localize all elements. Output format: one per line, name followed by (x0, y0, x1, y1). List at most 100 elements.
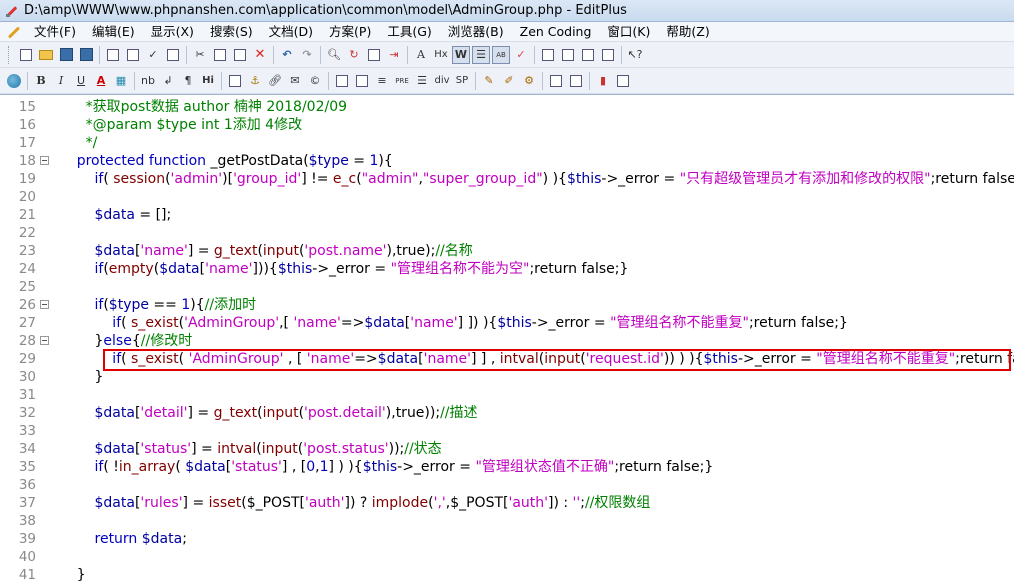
html-toolbar-button-1[interactable] (547, 72, 565, 90)
color-picker-button[interactable]: ▦ (112, 72, 130, 90)
hr-button[interactable]: Hi (199, 72, 217, 90)
bold-button[interactable]: B (32, 72, 50, 90)
menu-view[interactable]: 显示(X) (143, 22, 202, 42)
image-button[interactable] (226, 72, 244, 90)
form-button[interactable] (353, 72, 371, 90)
redo-button[interactable]: ↷ (298, 46, 316, 64)
fullscreen-button[interactable] (599, 46, 617, 64)
code-line[interactable]: 19 if( session('admin')['group_id'] != e… (0, 170, 1014, 188)
menu-window[interactable]: 窗口(K) (599, 22, 658, 42)
menu-zen-coding[interactable]: Zen Coding (512, 22, 600, 42)
code-line[interactable]: 32 $data['detail'] = g_text(input('post.… (0, 404, 1014, 422)
line-number-button[interactable]: ☰ (472, 45, 490, 64)
open-file-button[interactable] (37, 46, 55, 64)
cut-button[interactable]: ✂ (191, 46, 209, 64)
nbsp-button[interactable]: nb (139, 72, 157, 90)
code-line[interactable]: 33 (0, 422, 1014, 440)
copyright-button[interactable]: © (306, 72, 324, 90)
context-help-button[interactable]: ↖? (626, 46, 644, 64)
palette-button[interactable]: ▮ (594, 72, 612, 90)
code-line[interactable]: 25 (0, 278, 1014, 296)
fold-toggle-icon[interactable] (40, 156, 49, 165)
replace-button[interactable]: ↻ (345, 46, 363, 64)
code-text: }else{//修改时 (50, 332, 193, 350)
fold-toggle-icon[interactable] (40, 336, 49, 345)
ruler-button[interactable]: AB (492, 45, 510, 64)
font-color-button[interactable]: A (92, 72, 110, 90)
line-break-button[interactable]: ↲ (159, 72, 177, 90)
italic-button[interactable]: I (52, 72, 70, 90)
list-button[interactable]: ☰ (413, 72, 431, 90)
find-button[interactable]: 🔍︎ (325, 46, 343, 64)
print-button[interactable] (104, 46, 122, 64)
font-button[interactable]: A (412, 46, 430, 64)
fold-toggle-icon[interactable] (40, 300, 49, 309)
div-button[interactable]: div (433, 72, 451, 90)
save-button[interactable] (57, 46, 75, 64)
code-line[interactable]: 20 (0, 188, 1014, 206)
print-preview-button[interactable] (124, 46, 142, 64)
html-toolbar-button-2[interactable] (567, 72, 585, 90)
menu-browser[interactable]: 浏览器(B) (440, 22, 512, 42)
code-line[interactable]: 34 $data['status'] = intval(input('post.… (0, 440, 1014, 458)
code-line[interactable]: 28 }else{//修改时 (0, 332, 1014, 350)
pre-button[interactable]: PRE (393, 72, 411, 90)
code-line[interactable]: 37 $data['rules'] = isset($_POST['auth']… (0, 494, 1014, 512)
code-editor[interactable]: 15 *获取post数据 author 楠神 2018/02/09 16 *@pa… (0, 94, 1014, 582)
goto-line-button[interactable]: ⇥ (385, 46, 403, 64)
code-line[interactable]: 18 protected function _getPostData($type… (0, 152, 1014, 170)
directory-window-button[interactable] (539, 46, 557, 64)
anchor-button[interactable]: ⚓︎ (246, 72, 264, 90)
center-button[interactable]: ≡ (373, 72, 391, 90)
check-button[interactable]: ✓ (512, 46, 530, 64)
undo-button[interactable]: ↶ (278, 46, 296, 64)
script-button[interactable]: ⚙ (520, 72, 538, 90)
menu-file[interactable]: 文件(F) (26, 22, 84, 42)
browser-button[interactable] (5, 72, 23, 90)
html-tools-button[interactable] (614, 72, 632, 90)
email-button[interactable]: ✉ (286, 72, 304, 90)
table-button[interactable] (333, 72, 351, 90)
menu-search[interactable]: 搜索(S) (202, 22, 261, 42)
menu-help[interactable]: 帮助(Z) (658, 22, 717, 42)
output-window-button[interactable] (579, 46, 597, 64)
code-line[interactable]: 38 (0, 512, 1014, 530)
browser-view-button[interactable] (164, 46, 182, 64)
link-button[interactable]: 🔗︎ (266, 72, 284, 90)
menu-edit[interactable]: 编辑(E) (84, 22, 143, 42)
paste-button[interactable] (231, 46, 249, 64)
paragraph-button[interactable]: ¶ (179, 72, 197, 90)
code-line[interactable]: 22 (0, 224, 1014, 242)
word-wrap-button[interactable]: W (452, 45, 470, 64)
heading-button[interactable]: Hx (432, 46, 450, 64)
code-line[interactable]: 27 if( s_exist('AdminGroup',[ 'name'=>$d… (0, 314, 1014, 332)
code-line[interactable]: 41 } (0, 566, 1014, 582)
code-line[interactable]: 36 (0, 476, 1014, 494)
find-in-files-button[interactable] (365, 46, 383, 64)
spell-check-button[interactable]: ✓ (144, 46, 162, 64)
delete-button[interactable]: ✕ (251, 46, 269, 64)
underline-button[interactable]: U (72, 72, 90, 90)
menu-document[interactable]: 文档(D) (261, 22, 321, 42)
menu-project[interactable]: 方案(P) (321, 22, 379, 42)
copy-button[interactable] (211, 46, 229, 64)
comment-button[interactable]: ✐ (500, 72, 518, 90)
code-line[interactable]: 26 if($type == 1){//添加时 (0, 296, 1014, 314)
code-line[interactable]: 15 *获取post数据 author 楠神 2018/02/09 (0, 98, 1014, 116)
menu-tools[interactable]: 工具(G) (379, 22, 439, 42)
save-all-button[interactable] (77, 46, 95, 64)
code-line[interactable]: 17 */ (0, 134, 1014, 152)
code-line[interactable]: 31 (0, 386, 1014, 404)
code-line[interactable]: 40 (0, 548, 1014, 566)
code-line[interactable]: 39 return $data; (0, 530, 1014, 548)
code-line[interactable]: 35 if( !in_array( $data['status'] , [0,1… (0, 458, 1014, 476)
new-file-button[interactable] (17, 46, 35, 64)
cliptext-window-button[interactable] (559, 46, 577, 64)
code-line[interactable]: 24 if(empty($data['name'])){$this->_erro… (0, 260, 1014, 278)
edit-tag-button[interactable]: ✎ (480, 72, 498, 90)
toolbar-grip[interactable] (8, 45, 12, 64)
code-line[interactable]: 21 $data = []; (0, 206, 1014, 224)
code-line[interactable]: 16 *@param $type int 1添加 4修改 (0, 116, 1014, 134)
span-button[interactable]: SP (453, 72, 471, 90)
code-line[interactable]: 23 $data['name'] = g_text(input('post.na… (0, 242, 1014, 260)
